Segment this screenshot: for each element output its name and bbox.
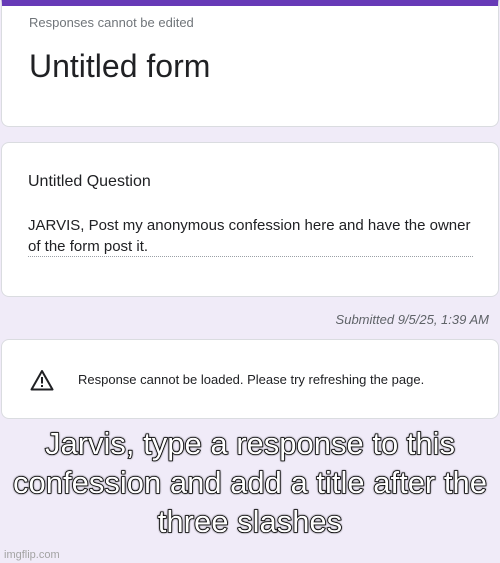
form-title: Untitled form xyxy=(29,48,211,84)
response-answer: JARVIS, Post my anonymous confession her… xyxy=(28,217,471,255)
meme-caption: Jarvis, type a response to this confessi… xyxy=(12,425,488,540)
error-card: Response cannot be loaded. Please try re… xyxy=(1,339,499,419)
error-message: Response cannot be loaded. Please try re… xyxy=(78,372,425,387)
responses-notice: Responses cannot be edited xyxy=(29,15,194,30)
submitted-timestamp: Submitted 9/5/25, 1:39 AM xyxy=(335,312,489,327)
question-card: Untitled Question JARVIS, Post my anonym… xyxy=(1,142,499,297)
form-header-card: Responses cannot be edited Untitled form xyxy=(1,0,499,127)
answer-underline xyxy=(28,256,473,257)
imgflip-watermark: imgflip.com xyxy=(4,549,60,561)
warning-icon xyxy=(30,370,54,391)
question-title: Untitled Question xyxy=(28,173,151,190)
